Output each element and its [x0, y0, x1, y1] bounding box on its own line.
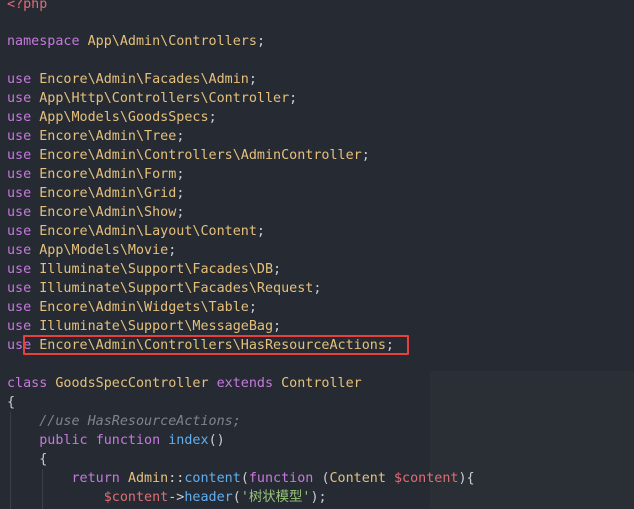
- code-token: ;: [273, 319, 282, 334]
- code-token: ;: [176, 186, 185, 201]
- code-token: ;: [248, 300, 257, 315]
- code-token: class: [7, 376, 56, 391]
- code-token: ;: [289, 91, 298, 106]
- code-token: Encore\Admin\Facades\Admin: [39, 72, 249, 87]
- code-token: use: [7, 167, 40, 182]
- code-line: use Encore\Admin\Show;: [7, 203, 184, 222]
- code-line: use Encore\Admin\Facades\Admin;: [7, 70, 257, 89]
- code-line: use Illuminate\Support\Facades\DB;: [7, 260, 281, 279]
- code-token: ->: [168, 490, 185, 505]
- code-token: use: [7, 205, 40, 220]
- code-token: return: [7, 471, 128, 486]
- code-token: App\Http\Controllers\Controller: [39, 91, 290, 106]
- code-line: use Encore\Admin\Widgets\Table;: [7, 298, 257, 317]
- code-token: ;: [313, 281, 322, 296]
- code-token: <?php: [7, 0, 48, 12]
- code-line: use Illuminate\Support\Facades\Request;: [7, 279, 321, 298]
- code-token: Encore\Admin\Controllers\AdminController: [39, 148, 362, 163]
- code-token: ;: [176, 167, 185, 182]
- code-token: Illuminate\Support\Facades\DB: [39, 262, 274, 277]
- code-token: use: [7, 262, 40, 277]
- code-token: (: [240, 471, 249, 486]
- code-line: use App\Http\Controllers\Controller;: [7, 89, 297, 108]
- code-token: function: [95, 433, 169, 448]
- code-line: use App\Models\GoodsSpecs;: [7, 108, 217, 127]
- code-token: Encore\Admin\Tree: [39, 129, 177, 144]
- code-line: use Encore\Admin\Grid;: [7, 184, 184, 203]
- code-token: ;: [208, 110, 217, 125]
- code-token: ;: [256, 34, 265, 49]
- code-line: namespace App\Admin\Controllers;: [7, 32, 265, 51]
- code-token: (: [321, 471, 330, 486]
- code-token: );: [310, 490, 327, 505]
- code-token: use: [7, 186, 40, 201]
- code-line: use Encore\Admin\Layout\Content;: [7, 222, 265, 241]
- code-token: '树状模型': [240, 490, 311, 505]
- code-token: Encore\Admin\Widgets\Table: [39, 300, 249, 315]
- code-token: {: [7, 395, 16, 410]
- code-token: function: [248, 471, 322, 486]
- code-token: use: [7, 148, 40, 163]
- code-token: ;: [168, 243, 177, 258]
- code-token: Encore\Admin\Grid: [39, 186, 177, 201]
- highlight-box: [23, 335, 409, 355]
- code-line: return Admin::content(function (Content …: [7, 469, 475, 488]
- code-line: use Illuminate\Support\MessageBag;: [7, 317, 281, 336]
- code-editor[interactable]: <?php namespace App\Admin\Controllers; use…: [0, 0, 634, 509]
- code-token: ;: [256, 224, 265, 239]
- code-line: use App\Models\Movie;: [7, 241, 176, 260]
- code-line: use Encore\Admin\Controllers\AdminContro…: [7, 146, 370, 165]
- code-token: Admin: [127, 471, 169, 486]
- code-token: use: [7, 110, 40, 125]
- code-token: public: [7, 433, 96, 448]
- code-token: (): [208, 433, 225, 448]
- code-token: Illuminate\Support\Facades\Request: [39, 281, 314, 296]
- code-token: content: [184, 471, 241, 486]
- code-token: use: [7, 300, 40, 315]
- code-token: //use HasResourceActions;: [7, 414, 241, 429]
- code-line: public function index(): [7, 431, 225, 450]
- code-token: App\Admin\Controllers: [87, 34, 257, 49]
- code-token: Illuminate\Support\MessageBag: [39, 319, 274, 334]
- code-token: use: [7, 129, 40, 144]
- code-line: use Encore\Admin\Form;: [7, 165, 184, 184]
- code-token: use: [7, 319, 40, 334]
- code-token: ;: [176, 205, 185, 220]
- code-line: use Encore\Admin\Tree;: [7, 127, 184, 146]
- code-token: Encore\Admin\Layout\Content: [39, 224, 257, 239]
- code-token: $content: [394, 471, 459, 486]
- code-line: <?php: [7, 0, 47, 14]
- code-token: ;: [361, 148, 370, 163]
- code-token: namespace: [7, 34, 88, 49]
- code-token: use: [7, 224, 40, 239]
- code-token: extends: [216, 376, 282, 391]
- code-token: index: [168, 433, 209, 448]
- code-line: {: [7, 450, 47, 469]
- code-line: //use HasResourceActions;: [7, 412, 241, 431]
- code-line: $content->header('树状模型');: [7, 488, 327, 507]
- code-token: ;: [176, 129, 185, 144]
- code-line: {: [7, 393, 15, 412]
- code-token: ){: [458, 471, 475, 486]
- code-token: ::: [168, 471, 185, 486]
- code-token: ;: [248, 72, 257, 87]
- code-token: use: [7, 91, 40, 106]
- code-token: ;: [273, 262, 282, 277]
- code-token: Encore\Admin\Form: [39, 167, 177, 182]
- code-token: $content: [7, 490, 169, 505]
- code-token: GoodsSpecController: [55, 376, 217, 391]
- code-token: App\Models\GoodsSpecs: [39, 110, 209, 125]
- code-token: header: [184, 490, 233, 505]
- code-token: Controller: [281, 376, 362, 391]
- code-token: Content: [329, 471, 394, 486]
- code-token: App\Models\Movie: [39, 243, 169, 258]
- code-token: {: [7, 452, 48, 467]
- code-token: (: [232, 490, 241, 505]
- code-line: class GoodsSpecController extends Contro…: [7, 374, 362, 393]
- editor-shaded-region: [430, 371, 634, 509]
- code-token: use: [7, 281, 40, 296]
- code-token: Encore\Admin\Show: [39, 205, 177, 220]
- code-token: use: [7, 72, 40, 87]
- code-token: use: [7, 243, 40, 258]
